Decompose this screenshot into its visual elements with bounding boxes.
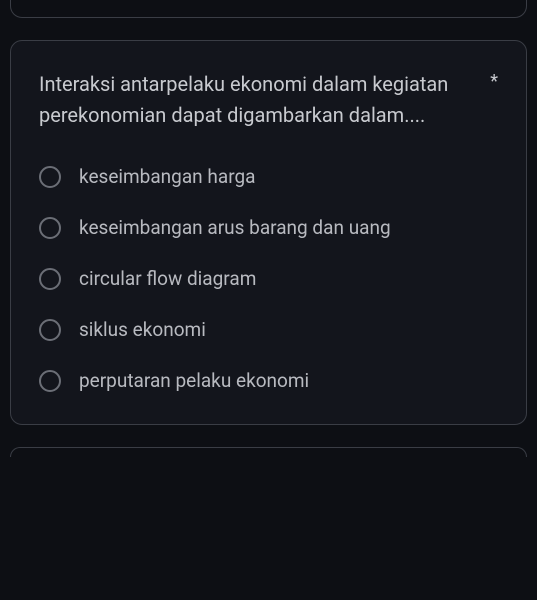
radio-icon [39,319,61,341]
option-3[interactable]: siklus ekonomi [39,318,498,341]
option-label: siklus ekonomi [79,318,206,341]
previous-card-edge [10,0,527,18]
option-label: perputaran pelaku ekonomi [79,369,309,392]
required-marker: * [490,71,498,92]
radio-icon [39,370,61,392]
question-row: Interaksi antarpelaku ekonomi dalam kegi… [39,69,498,131]
radio-icon [39,166,61,188]
radio-icon [39,268,61,290]
option-label: keseimbangan harga [79,165,255,188]
options-list: keseimbangan harga keseimbangan arus bar… [39,165,498,392]
option-4[interactable]: perputaran pelaku ekonomi [39,369,498,392]
option-0[interactable]: keseimbangan harga [39,165,498,188]
question-card: Interaksi antarpelaku ekonomi dalam kegi… [10,40,527,425]
question-text: Interaksi antarpelaku ekonomi dalam kegi… [39,69,476,131]
option-label: circular flow diagram [79,267,256,290]
option-label: keseimbangan arus barang dan uang [79,216,391,239]
option-1[interactable]: keseimbangan arus barang dan uang [39,216,498,239]
option-2[interactable]: circular flow diagram [39,267,498,290]
radio-icon [39,217,61,239]
next-card-edge [10,447,527,457]
